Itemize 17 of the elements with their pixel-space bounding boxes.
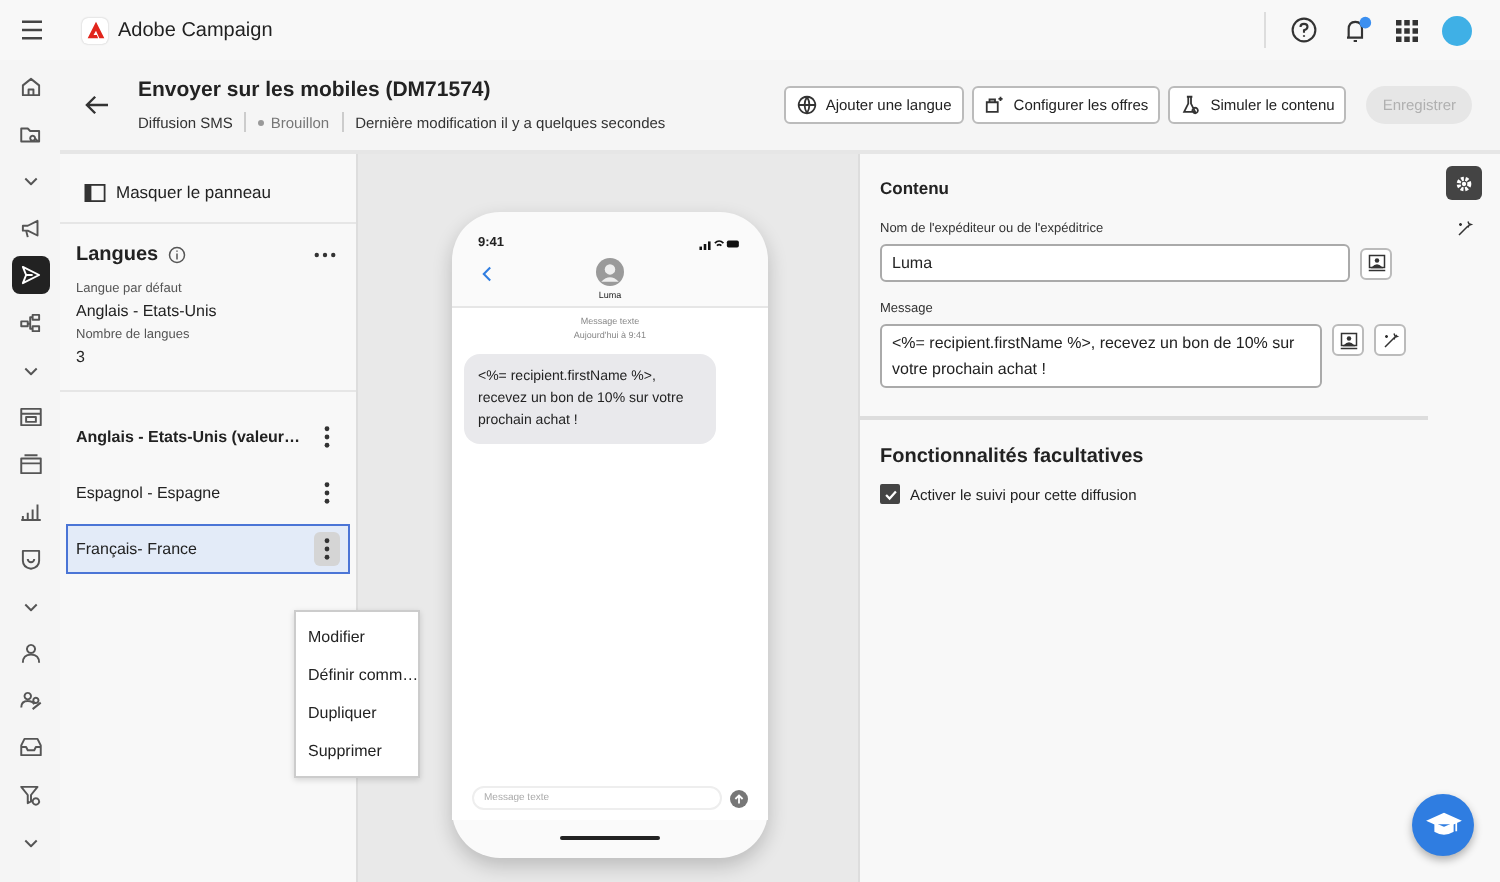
field-value: Anglais - Etats-Unis bbox=[76, 302, 219, 320]
sender-name-field[interactable]: Luma bbox=[880, 244, 1350, 282]
menu-item[interactable]: Dupliquer bbox=[296, 694, 418, 732]
app-name: Adobe Campaign bbox=[118, 19, 273, 41]
language-item[interactable]: Espagnol - Espagne bbox=[66, 468, 350, 518]
menu-item[interactable]: Modifier bbox=[296, 618, 418, 656]
language-item[interactable]: Français- France bbox=[66, 524, 350, 574]
hide-panel-button[interactable]: Masquer le panneau bbox=[60, 154, 356, 224]
panel-title: Langues bbox=[76, 244, 159, 266]
section-title: Contenu bbox=[880, 178, 951, 198]
menu-item[interactable]: Supprimer bbox=[296, 732, 418, 770]
message-field[interactable]: <%= recipient.firstName %>, recevez un bon de 10% sur votre prochain achat ! bbox=[880, 324, 1322, 388]
field-value: 3 bbox=[76, 348, 87, 366]
page-title: Envoyer sur les mobiles (DM71574) bbox=[138, 78, 493, 102]
menu-item[interactable]: Définir comm… bbox=[296, 656, 418, 694]
section-title: Fonctionnalités facultatives bbox=[880, 446, 1146, 468]
language-item[interactable]: Anglais - Etats-Unis (valeur… bbox=[66, 412, 350, 462]
